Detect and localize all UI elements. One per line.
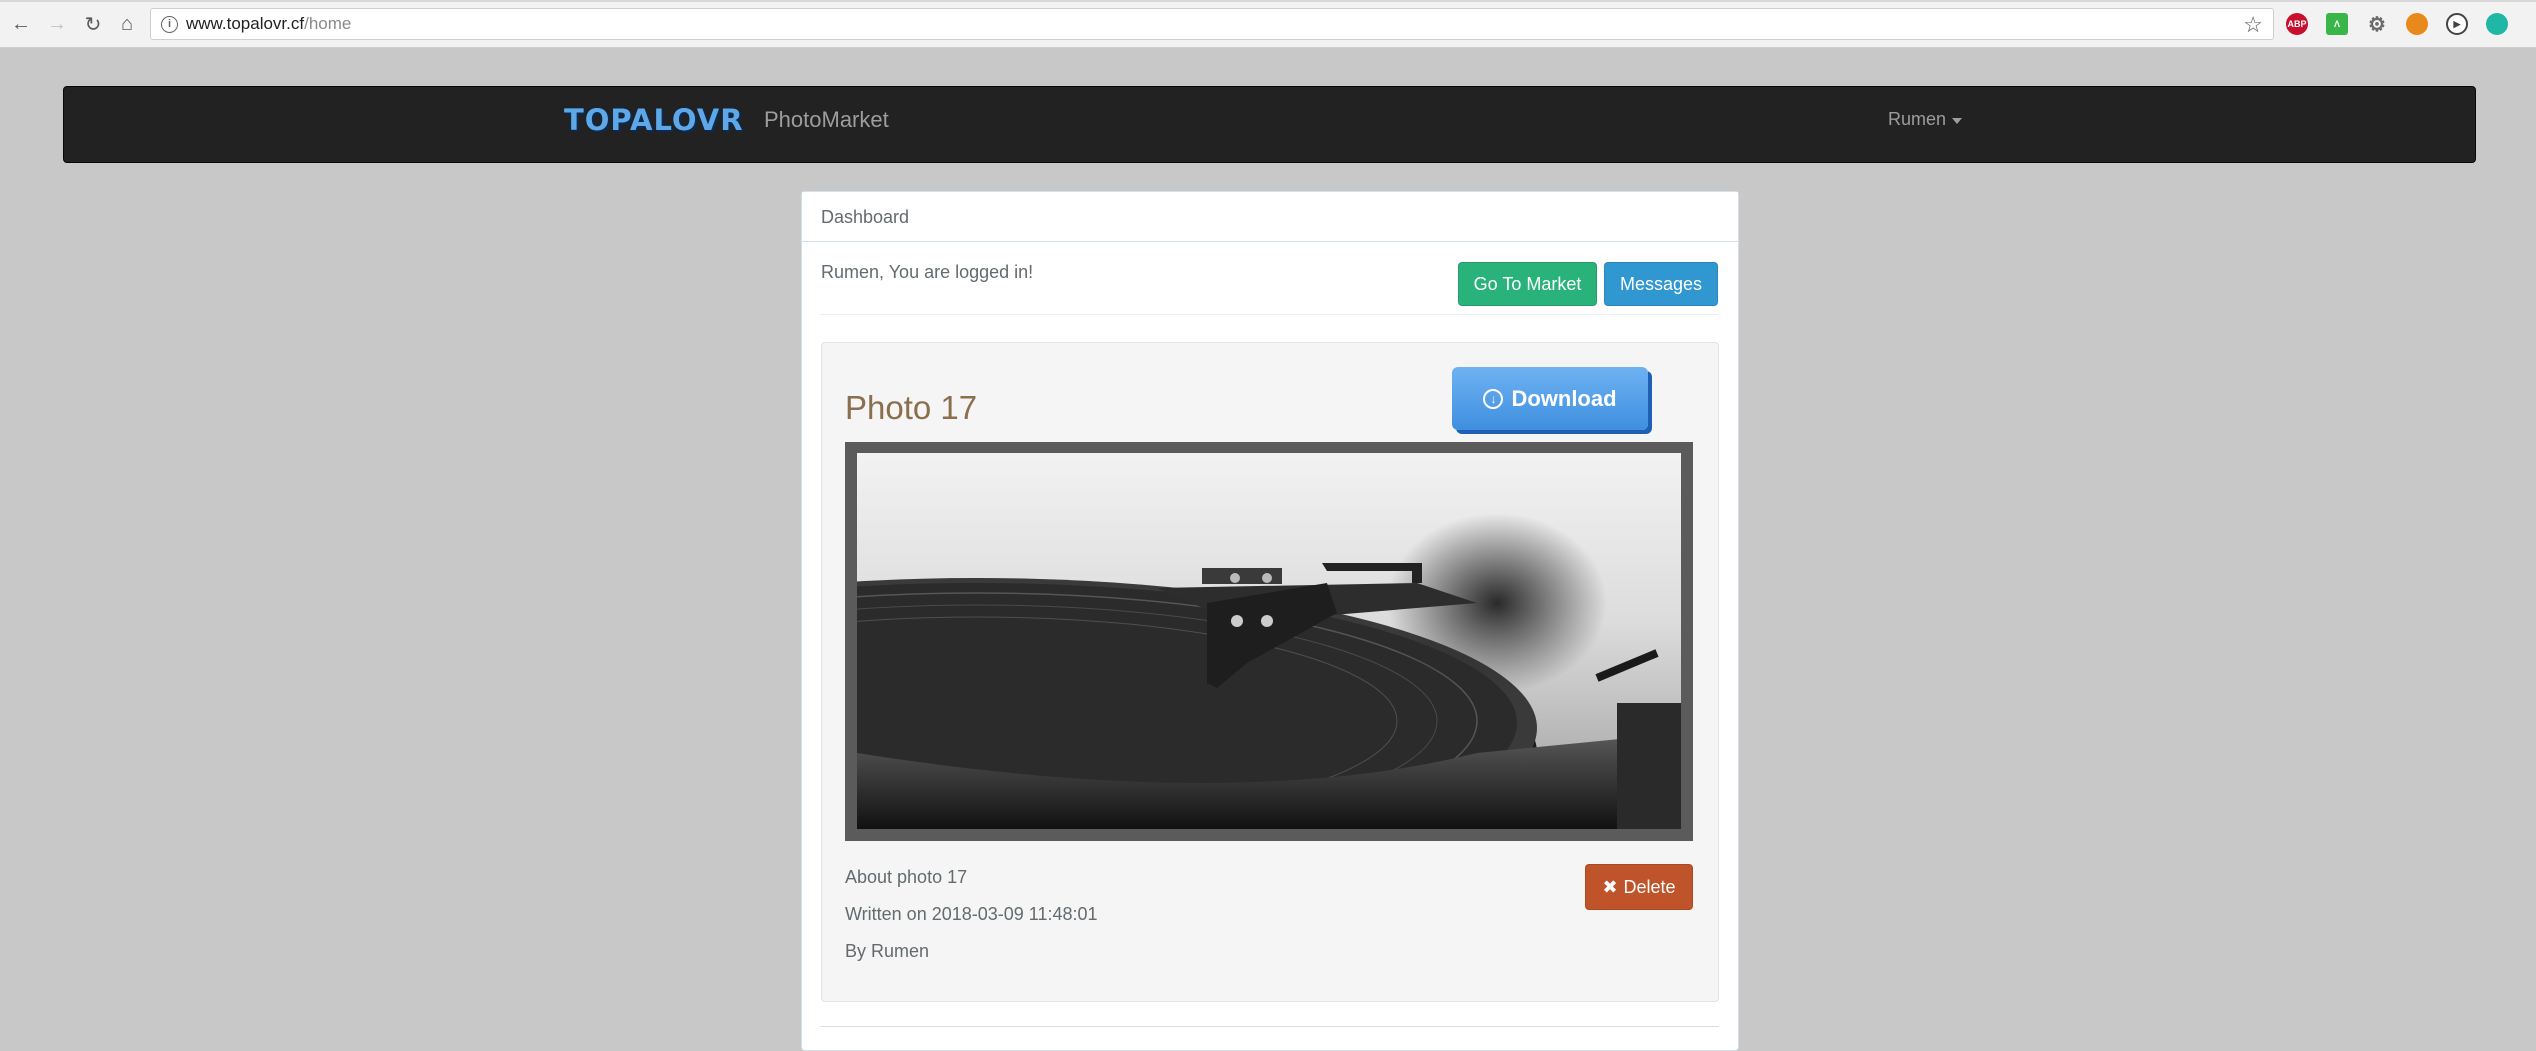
brand-logo[interactable]: TOPALOVR [564,103,744,137]
download-label: Download [1511,385,1617,411]
orange-extension-icon[interactable] [2406,13,2428,35]
turntable-photo [857,453,1681,829]
photo-image[interactable] [845,442,1693,841]
brand-link[interactable]: PhotoMarket [764,107,889,133]
user-name: Rumen [1888,109,1947,129]
reload-icon[interactable]: ↻ [78,9,108,39]
url-path: /home [304,14,352,33]
forward-arrow-icon[interactable]: → [42,9,72,39]
site-navbar: TOPALOVR PhotoMarket Rumen [63,86,2476,163]
back-arrow-icon[interactable]: ← [6,9,36,39]
photo-written-date: Written on 2018-03-09 11:48:01 [845,904,1098,924]
login-status: Rumen, You are logged in! [821,262,1034,282]
photo-title: Photo 17 [845,389,978,426]
adblock-icon[interactable]: ABP [2286,13,2308,35]
close-icon: ✖ [1602,876,1618,897]
lab-icon[interactable]: Λ [2326,13,2348,35]
messages-button[interactable]: Messages [1604,262,1718,306]
site-info-icon[interactable]: i [161,15,178,33]
play-extension-icon[interactable]: ▶ [2446,13,2468,35]
url-host: www.topalovr.cf [186,14,305,33]
address-bar[interactable]: i www.topalovr.cf/home ☆ [150,8,2274,40]
divider [820,314,1718,315]
delete-button[interactable]: ✖ Delete [1585,864,1693,910]
panel-heading: Dashboard [802,192,1738,242]
browser-toolbar: ← → ↻ ⌂ i www.topalovr.cf/home ☆ ABP Λ ⚙… [0,0,2536,48]
go-to-market-button[interactable]: Go To Market [1458,262,1597,306]
delete-label: Delete [1623,876,1676,897]
user-dropdown[interactable]: Rumen [1888,109,1963,130]
photo-about: About photo 17 [845,867,968,887]
bookmark-star-icon[interactable]: ☆ [2243,12,2263,38]
next-card-edge [821,1026,1719,1027]
download-button[interactable]: ↓ Download [1452,367,1648,430]
caret-down-icon [1952,117,1963,124]
gear-extension-icon[interactable]: ⚙ [2366,13,2388,36]
tab-strip-edge [0,0,2536,2]
download-icon: ↓ [1483,388,1504,409]
teal-extension-icon[interactable] [2486,13,2508,35]
home-icon[interactable]: ⌂ [112,9,142,39]
photo-author: By Rumen [845,941,930,961]
